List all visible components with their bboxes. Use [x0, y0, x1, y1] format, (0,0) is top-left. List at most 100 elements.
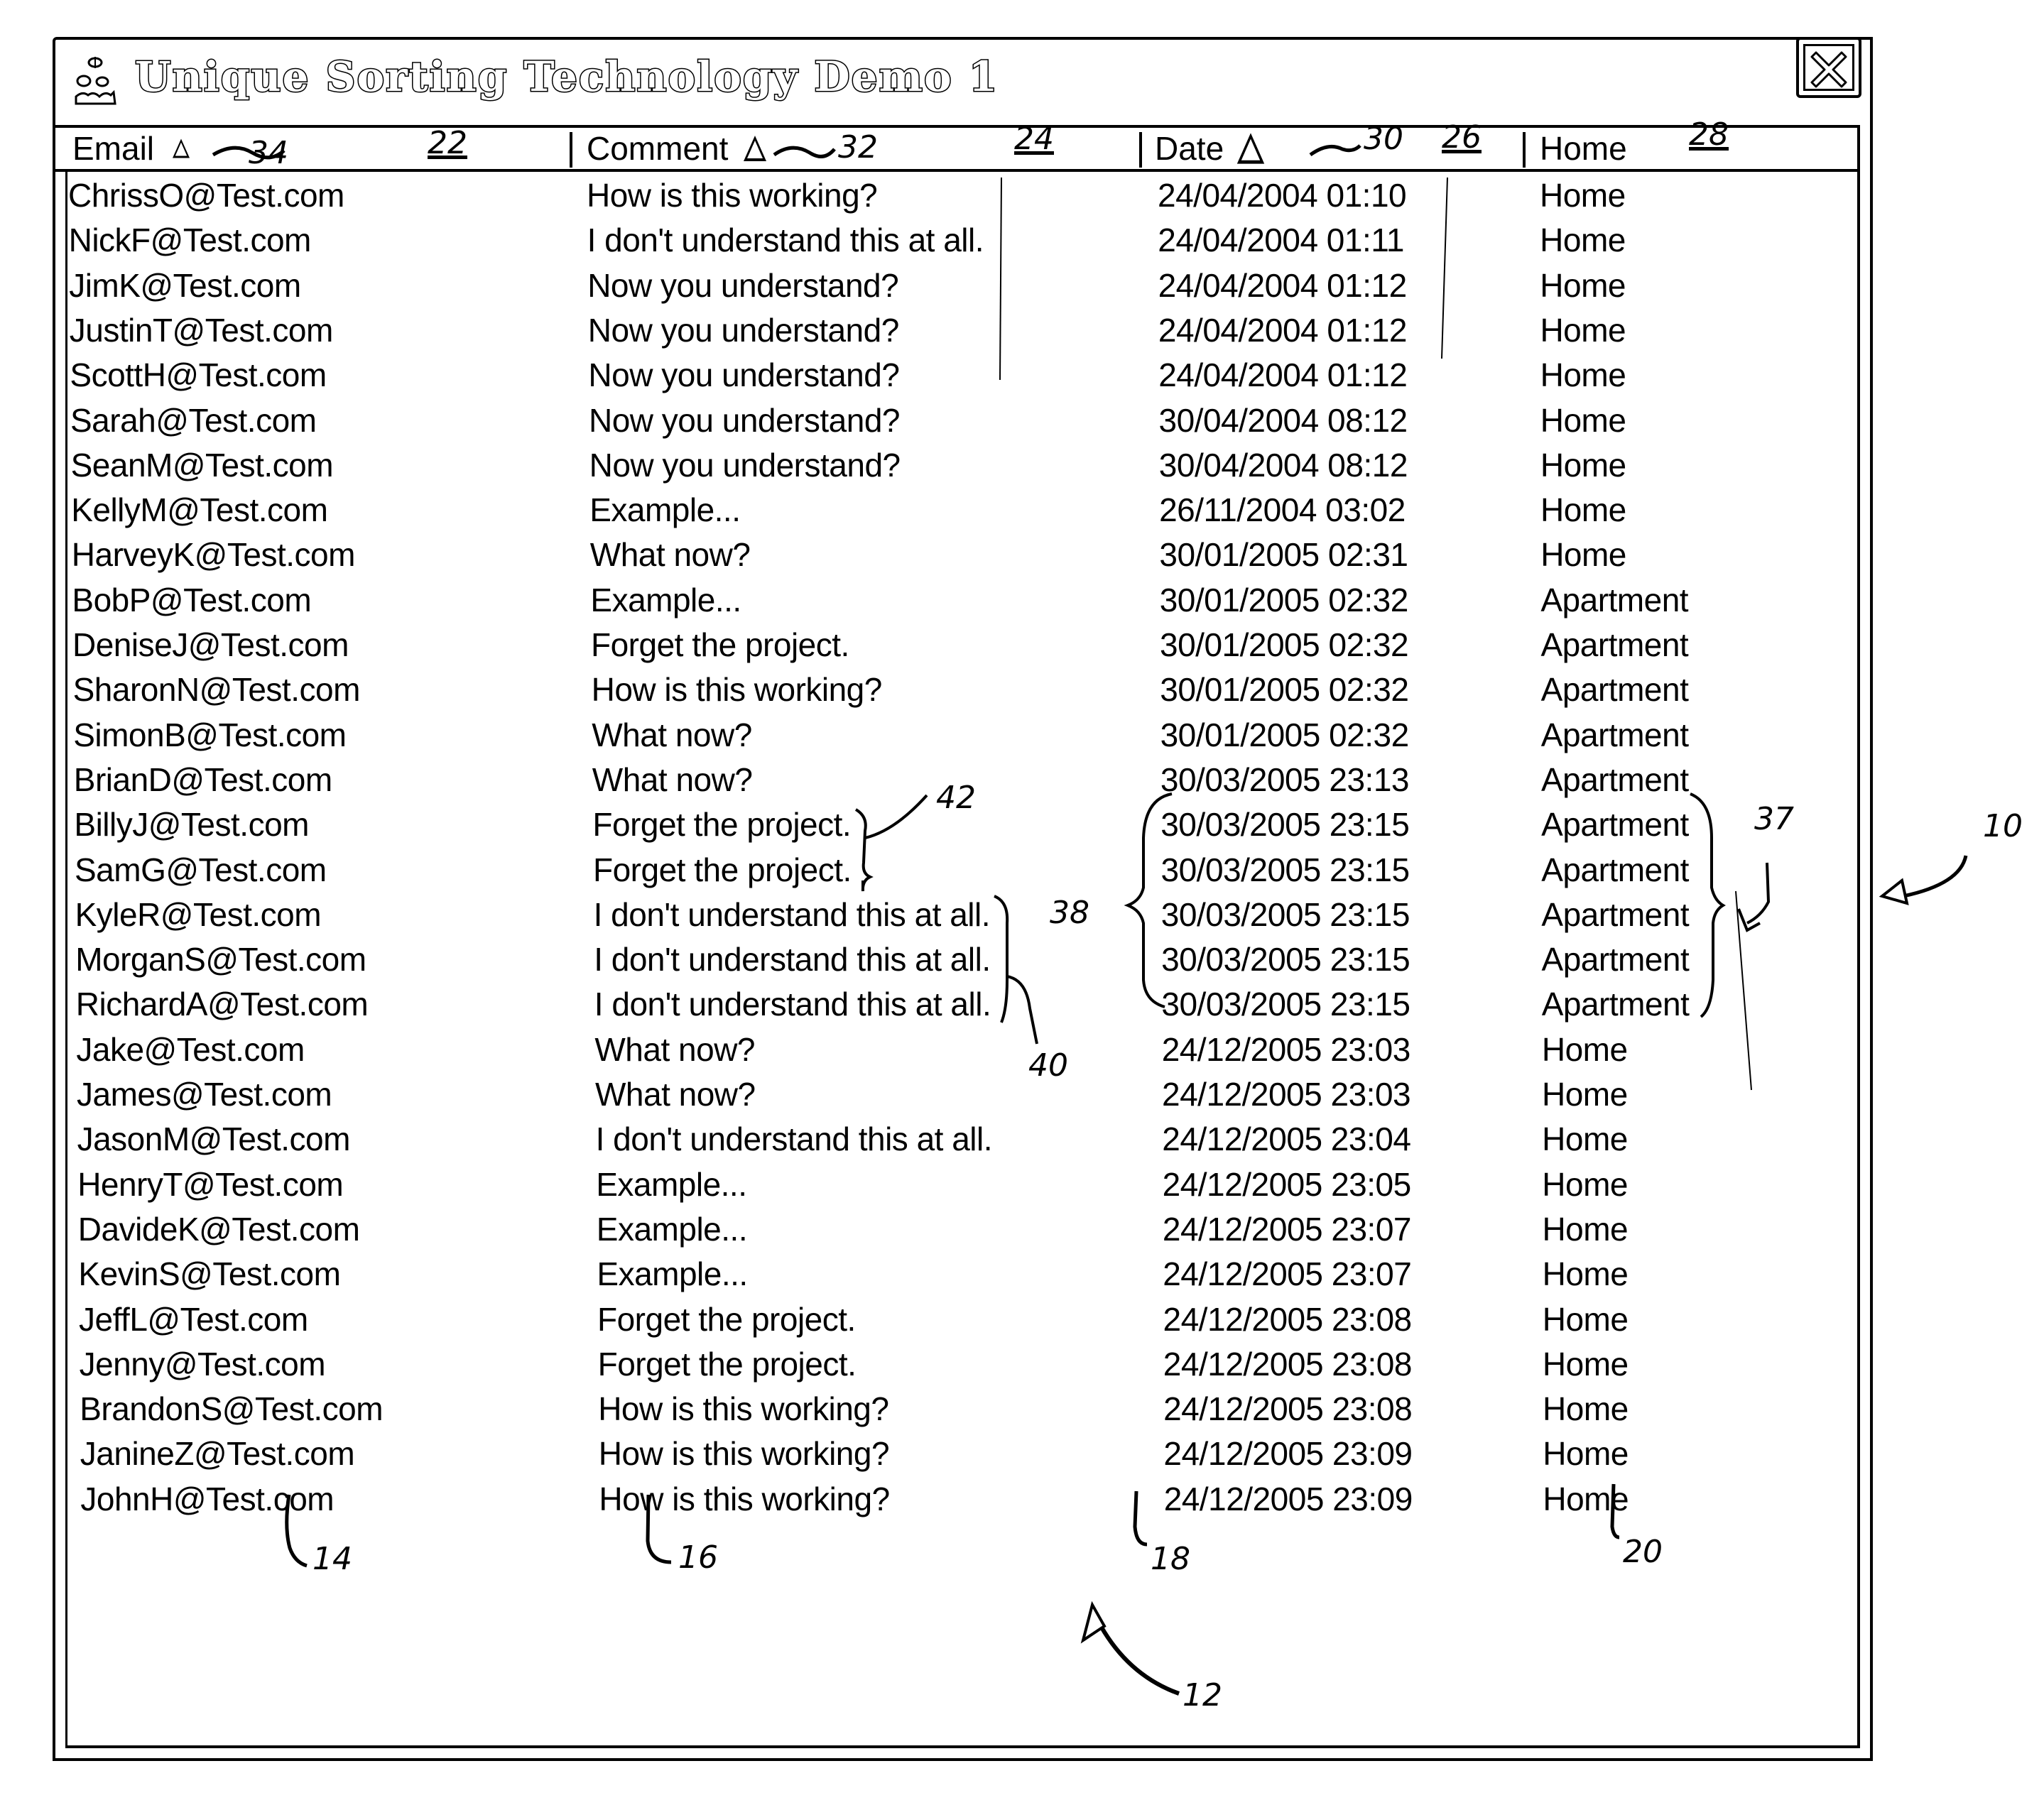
cell-date[interactable]: 30/03/2005 23:15 — [1161, 986, 1410, 1022]
cell-home[interactable]: Home — [1542, 1032, 1628, 1067]
cell-date[interactable]: 30/03/2005 23:15 — [1161, 852, 1410, 888]
cell-date[interactable]: 24/12/2005 23:07 — [1163, 1256, 1412, 1292]
cell-date[interactable]: 30/03/2005 23:13 — [1160, 762, 1410, 797]
cell-comment[interactable]: Example... — [596, 1167, 747, 1202]
table-row[interactable]: JimK@Test.com Now you understand? 24/04/20… — [0, 268, 1776, 312]
table-row[interactable]: ChrissO@Test.com How is this working? 24/0… — [0, 178, 1776, 222]
cell-date[interactable]: 30/03/2005 23:15 — [1160, 807, 1410, 842]
table-row[interactable]: DeniseJ@Test.com Forget the project. 30/01… — [0, 627, 1776, 672]
cell-home[interactable]: Home — [1542, 1211, 1628, 1247]
sort-ascending-icon[interactable] — [1236, 133, 1265, 164]
cell-email[interactable]: James@Test.com — [77, 1076, 332, 1112]
cell-email[interactable]: SharonN@Test.com — [73, 672, 361, 707]
table-row[interactable]: KellyM@Test.com Example... 26/11/2004 03:0… — [0, 492, 1776, 537]
cell-comment[interactable]: How is this working? — [598, 1391, 889, 1427]
cell-comment[interactable]: How is this working? — [599, 1436, 890, 1471]
cell-comment[interactable]: How is this working? — [592, 672, 883, 707]
column-header-home[interactable]: Home — [1540, 128, 1627, 169]
cell-home[interactable]: Apartment — [1541, 627, 1689, 663]
cell-home[interactable]: Apartment — [1541, 672, 1689, 707]
cell-email[interactable]: HarveyK@Test.com — [72, 537, 356, 572]
table-row[interactable]: DavideK@Test.com Example... 24/12/2005 23:… — [0, 1211, 1776, 1256]
cell-email[interactable]: SeanM@Test.com — [71, 447, 334, 483]
cell-home[interactable]: Home — [1543, 1302, 1629, 1337]
table-row[interactable]: BrandonS@Test.com How is this working? 24/… — [0, 1391, 1776, 1436]
cell-email[interactable]: JohnH@Test.com — [80, 1481, 334, 1517]
cell-email[interactable]: JustinT@Test.com — [70, 312, 334, 348]
table-row[interactable]: SimonB@Test.com What now? 30/01/2005 02:32… — [0, 717, 1776, 762]
table-row[interactable]: HenryT@Test.com Example... 24/12/2005 23:0… — [0, 1167, 1776, 1211]
cell-home[interactable]: Home — [1540, 178, 1626, 213]
cell-comment[interactable]: I don't understand this at all. — [596, 1121, 993, 1157]
cell-comment[interactable]: Now you understand? — [587, 268, 899, 303]
cell-date[interactable]: 24/12/2005 23:05 — [1163, 1167, 1412, 1202]
table-row[interactable]: KyleR@Test.com I don't understand this at… — [0, 897, 1776, 942]
column-header-comment[interactable]: Comment — [587, 128, 767, 169]
table-row[interactable]: RichardA@Test.com I don't understand this… — [0, 986, 1776, 1031]
cell-comment[interactable]: What now? — [592, 717, 752, 753]
column-divider[interactable] — [1523, 132, 1526, 168]
cell-home[interactable]: Apartment — [1541, 852, 1689, 888]
cell-date[interactable]: 24/12/2005 23:09 — [1164, 1481, 1413, 1517]
cell-home[interactable]: Home — [1540, 222, 1626, 258]
cell-home[interactable]: Home — [1540, 357, 1626, 393]
cell-home[interactable]: Home — [1543, 1481, 1629, 1517]
cell-home[interactable]: Apartment — [1541, 762, 1689, 797]
cell-comment[interactable]: What now? — [590, 537, 751, 572]
column-header-date[interactable]: Date — [1155, 128, 1265, 169]
cell-comment[interactable]: Now you understand? — [588, 312, 900, 348]
cell-email[interactable]: Jake@Test.com — [76, 1032, 305, 1067]
cell-email[interactable]: JanineZ@Test.com — [80, 1436, 355, 1471]
cell-email[interactable]: BrandonS@Test.com — [80, 1391, 383, 1427]
table-row[interactable]: Sarah@Test.com Now you understand? 30/04/2… — [0, 403, 1776, 447]
cell-home[interactable]: Apartment — [1540, 582, 1688, 618]
cell-home[interactable]: Home — [1542, 1121, 1628, 1157]
cell-email[interactable]: ScottH@Test.com — [70, 357, 327, 393]
cell-email[interactable]: KellyM@Test.com — [71, 492, 328, 528]
cell-date[interactable]: 26/11/2004 03:02 — [1159, 492, 1406, 528]
cell-comment[interactable]: Forget the project. — [591, 627, 849, 663]
cell-date[interactable]: 30/04/2004 08:12 — [1159, 403, 1408, 438]
sort-ascending-icon[interactable] — [173, 138, 190, 158]
sort-ascending-icon[interactable] — [744, 136, 767, 161]
cell-comment[interactable]: I don't understand this at all. — [594, 897, 991, 932]
cell-home[interactable]: Apartment — [1542, 942, 1690, 977]
cell-home[interactable]: Home — [1543, 1346, 1629, 1382]
cell-comment[interactable]: Forget the project. — [597, 1302, 856, 1337]
cell-email[interactable]: BrianD@Test.com — [74, 762, 332, 797]
cell-comment[interactable]: I don't understand this at all. — [594, 986, 991, 1022]
cell-home[interactable]: Home — [1543, 1391, 1629, 1427]
cell-comment[interactable]: How is this working? — [599, 1481, 890, 1517]
cell-date[interactable]: 30/01/2005 02:32 — [1160, 627, 1409, 663]
column-header-email[interactable]: Email — [72, 128, 192, 169]
cell-email[interactable]: NickF@Test.com — [69, 222, 312, 258]
table-row[interactable]: JeffL@Test.com Forget the project. 24/12/2… — [0, 1302, 1776, 1346]
cell-date[interactable]: 30/03/2005 23:15 — [1161, 897, 1410, 932]
cell-comment[interactable]: Example... — [589, 492, 741, 528]
cell-email[interactable]: JeffL@Test.com — [79, 1302, 308, 1337]
table-row[interactable]: BillyJ@Test.com Forget the project. 30/03/… — [0, 807, 1776, 851]
cell-date[interactable]: 24/04/2004 01:12 — [1158, 312, 1408, 348]
cell-date[interactable]: 24/12/2005 23:08 — [1163, 1391, 1413, 1427]
close-button[interactable] — [1796, 37, 1861, 98]
cell-home[interactable]: Home — [1543, 1256, 1629, 1292]
table-row[interactable]: KevinS@Test.com Example... 24/12/2005 23:0… — [0, 1256, 1776, 1301]
cell-email[interactable]: SamG@Test.com — [75, 852, 327, 888]
column-divider[interactable] — [570, 132, 572, 168]
cell-email[interactable]: MorganS@Test.com — [75, 942, 366, 977]
table-row[interactable]: JasonM@Test.com I don't understand this a… — [0, 1121, 1776, 1166]
cell-date[interactable]: 24/12/2005 23:08 — [1163, 1346, 1413, 1382]
cell-comment[interactable]: Forget the project. — [592, 807, 851, 842]
cell-email[interactable]: BillyJ@Test.com — [74, 807, 309, 842]
cell-comment[interactable]: Now you understand? — [589, 403, 901, 438]
cell-email[interactable]: Jenny@Test.com — [80, 1346, 326, 1382]
cell-date[interactable]: 24/12/2005 23:03 — [1162, 1076, 1411, 1112]
cell-email[interactable]: HenryT@Test.com — [77, 1167, 344, 1202]
table-row[interactable]: JohnH@Test.com How is this working? 24/12/… — [0, 1481, 1776, 1526]
cell-date[interactable]: 30/04/2004 08:12 — [1159, 447, 1408, 483]
cell-comment[interactable]: Forget the project. — [598, 1346, 857, 1382]
cell-date[interactable]: 30/03/2005 23:15 — [1161, 942, 1410, 977]
table-row[interactable]: BrianD@Test.com What now? 30/03/2005 23:13… — [0, 762, 1776, 807]
cell-home[interactable]: Home — [1540, 537, 1626, 572]
cell-home[interactable]: Home — [1540, 268, 1626, 303]
